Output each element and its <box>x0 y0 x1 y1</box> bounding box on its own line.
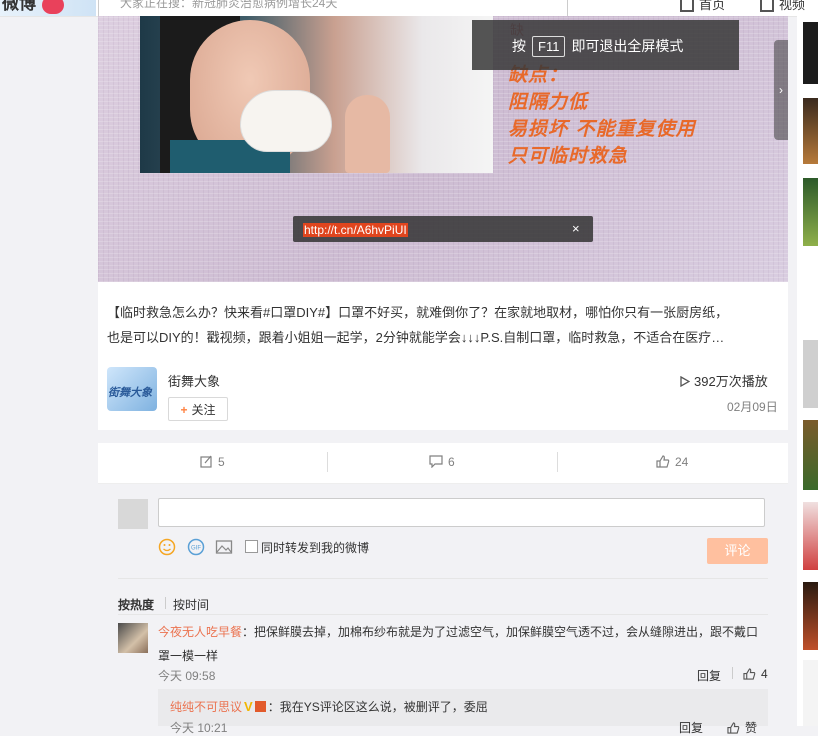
f11-key: F11 <box>532 36 566 57</box>
member-badge-icon <box>254 701 266 712</box>
comment-body: ：把保鲜膜去掉，加棉布纱布就是为了过滤空气，加保鲜膜空气透不过，会从缝隙进出，跟… <box>158 625 759 663</box>
reply-time: 今天 10:21 <box>170 721 228 735</box>
comment-input[interactable] <box>158 498 765 527</box>
search-placeholder: 大家正在搜：新冠肺炎治愈病例增长24天 <box>120 0 338 10</box>
follow-button[interactable]: + 关注 <box>168 397 228 421</box>
sidebar-thumbnail[interactable] <box>803 178 818 246</box>
separator <box>732 667 733 679</box>
action-separator <box>327 452 328 472</box>
repost-option-label[interactable]: 同时转发到我的微博 <box>261 539 369 556</box>
replier-name[interactable]: 纯纯不可思议 <box>170 700 242 714</box>
fullscreen-hint-prefix: 按 <box>512 38 526 54</box>
fullscreen-hint-suffix: 即可退出全屏模式 <box>571 38 684 54</box>
play-icon <box>680 375 691 388</box>
repost-count: 5 <box>218 455 225 469</box>
video-icon <box>760 0 774 12</box>
post-text-line: 也是可以DIY的！戳视频，跟着小姐姐一起学，2分钟就能学会↓↓↓P.S.自制口罩… <box>107 330 725 345</box>
weibo-logo[interactable]: 微博 <box>0 0 96 16</box>
sidebar-thumbnail[interactable] <box>803 502 818 570</box>
follow-label: 关注 <box>191 403 216 417</box>
sort-by-hot[interactable]: 按热度 <box>118 596 154 613</box>
reply-like-label: 赞 <box>745 721 758 735</box>
like-button[interactable]: 24 <box>656 455 688 469</box>
reply-body: ：我在YS评论区这么说，被删评了，委屈 <box>267 700 488 714</box>
nav-home-label: 首页 <box>699 0 726 12</box>
author-name[interactable]: 街舞大象 <box>168 371 220 390</box>
short-url-link[interactable]: http://t.cn/A6hvPiUI <box>303 223 408 237</box>
handwriting-line: 只可临时救急 <box>508 145 629 167</box>
divider <box>118 614 768 615</box>
sidebar-thumbnail[interactable] <box>803 582 818 650</box>
close-icon[interactable]: × <box>572 221 580 236</box>
image-icon[interactable] <box>215 538 233 556</box>
nav-home[interactable]: 首页 <box>680 0 725 13</box>
reply-button[interactable]: 回复 <box>697 667 721 684</box>
reply-text: 纯纯不可思议 V ：我在YS评论区这么说，被删评了，委屈 <box>170 698 488 715</box>
nav-video-label: 视频 <box>779 0 806 12</box>
sort-separator <box>165 597 166 609</box>
play-count-label: 392万次播放 <box>694 374 768 389</box>
action-separator <box>557 452 558 472</box>
sidebar-thumbnail[interactable] <box>803 22 818 84</box>
heart-icon <box>42 0 64 14</box>
home-icon <box>680 0 694 12</box>
repost-button[interactable]: 5 <box>200 455 225 469</box>
play-count: 392万次播放 <box>680 371 768 390</box>
sort-by-time[interactable]: 按时间 <box>173 596 209 613</box>
comment-time: 今天 09:58 <box>158 669 216 683</box>
sidebar-thumbnail[interactable] <box>803 98 818 164</box>
comment-count: 6 <box>448 455 455 469</box>
post-text: 【临时救急怎么办？快来看#口罩DIY#】口罩不好买，就难倒你了？在家就地取材，哪… <box>107 300 779 350</box>
sidebar-thumbnail[interactable] <box>803 420 818 490</box>
logo-text: 微博 <box>2 0 36 13</box>
thumbs-up-icon <box>727 722 740 734</box>
reply-like-button[interactable]: 赞 <box>727 719 757 736</box>
reply-reply-button[interactable]: 回复 <box>679 719 703 736</box>
thumbs-up-icon <box>656 455 670 468</box>
svg-text:GIF: GIF <box>191 546 201 552</box>
handwriting-line: 易损坏 不能重复使用 <box>508 118 696 140</box>
repost-checkbox[interactable] <box>245 540 258 553</box>
emoji-icon[interactable] <box>158 538 176 556</box>
fullscreen-hint: 按 F11 即可退出全屏模式 <box>512 36 683 57</box>
submit-comment-button[interactable]: 评论 <box>707 538 768 564</box>
post-text-line: 【临时救急怎么办？快来看#口罩DIY#】口罩不好买，就难倒你了？在家就地取材，哪… <box>107 305 729 320</box>
my-avatar <box>118 499 148 529</box>
repost-icon <box>200 455 212 468</box>
comment-like-button[interactable]: 4 <box>743 667 768 681</box>
video-hand-shape <box>345 95 390 173</box>
commenter-name[interactable]: 今夜无人吃早餐 <box>158 625 242 639</box>
commenter-avatar[interactable] <box>118 623 148 653</box>
sidebar-thumbnail[interactable] <box>803 260 818 326</box>
thumbs-up-icon <box>743 668 756 680</box>
gif-icon[interactable]: GIF <box>187 538 205 556</box>
author-avatar-text: 街舞大象 <box>108 387 152 399</box>
comment-like-count: 4 <box>761 667 768 681</box>
sidebar-thumbnail[interactable] <box>803 660 818 726</box>
vip-badge: V <box>244 699 253 714</box>
sidebar-thumbnail[interactable] <box>803 340 818 408</box>
comment-button[interactable]: 6 <box>429 455 455 469</box>
divider <box>118 578 768 579</box>
comment-icon <box>429 455 443 469</box>
post-date: 02月09日 <box>727 400 778 414</box>
next-video-arrow[interactable]: › <box>774 40 788 140</box>
comment-text: 今夜无人吃早餐：把保鲜膜去掉，加棉布纱布就是为了过滤空气，加保鲜膜空气透不过，会… <box>158 620 768 668</box>
video-mask-shape <box>240 90 332 152</box>
plus-icon: + <box>180 403 188 417</box>
nav-video[interactable]: 视频 <box>760 0 805 13</box>
short-url-text[interactable]: http://t.cn/A6hvPiUI <box>303 223 408 237</box>
like-count: 24 <box>675 455 689 469</box>
handwriting-line: 阻隔力低 <box>508 91 589 113</box>
video-handwriting: 缺点： 阻隔力低 易损坏 不能重复使用 只可临时救急 <box>508 62 696 170</box>
